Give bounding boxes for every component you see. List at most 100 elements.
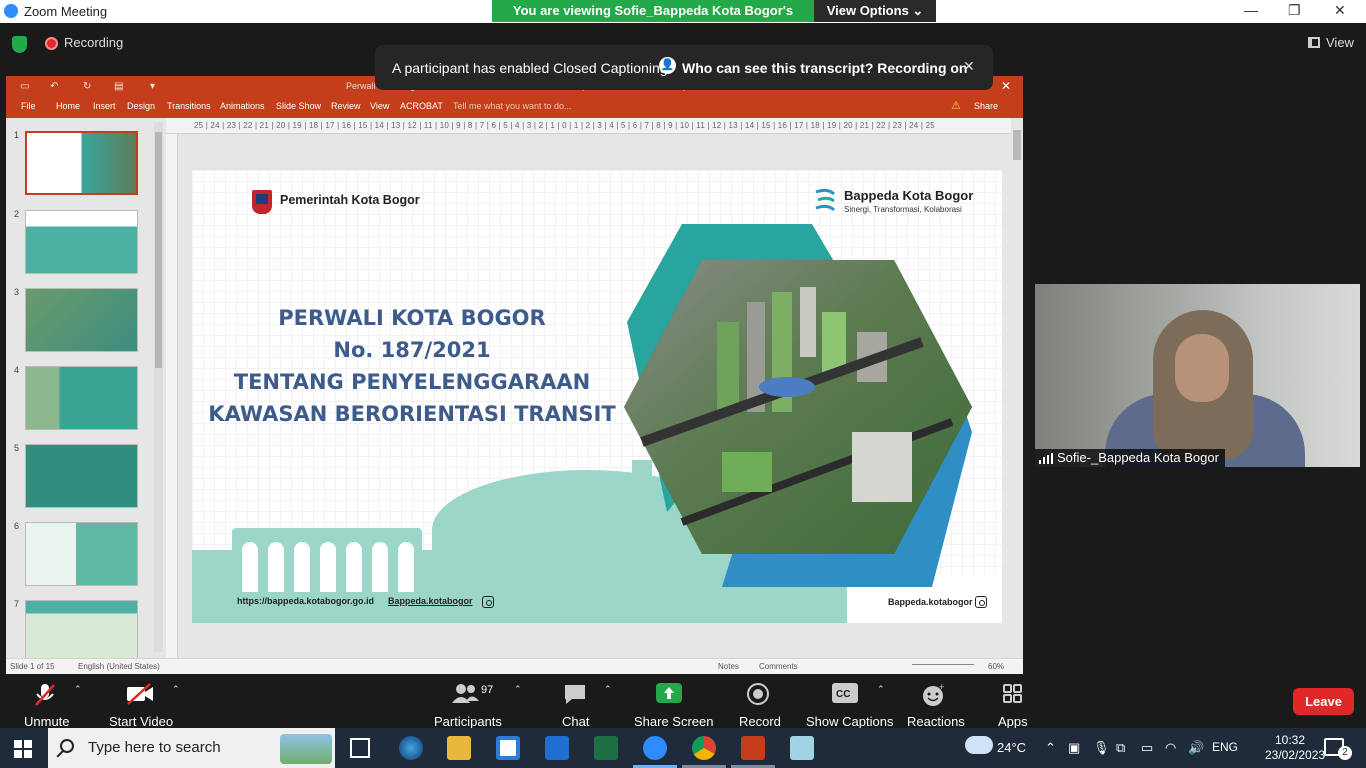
tab-slide-show[interactable]: Slide Show	[276, 101, 321, 111]
close-icon[interactable]: ✕	[1334, 2, 1346, 19]
windows-start-icon[interactable]	[14, 740, 32, 758]
participants-caret[interactable]: ⌃	[514, 684, 522, 695]
audio-options-caret[interactable]: ⌃	[74, 684, 82, 695]
transcript-link[interactable]: Who can see this transcript? Recording o…	[682, 60, 967, 76]
ppt-share-button[interactable]: Share	[974, 101, 998, 111]
tell-me-search[interactable]: Tell me what you want to do...	[453, 101, 572, 111]
notes-button[interactable]: Notes	[718, 662, 739, 671]
close-notice-icon[interactable]: ✕	[963, 58, 975, 75]
arch-silhouette	[232, 528, 422, 598]
slide-thumbnail-1[interactable]	[25, 131, 138, 195]
weather-cloud-icon[interactable]	[965, 736, 993, 754]
excel-icon[interactable]	[594, 736, 618, 760]
edge-icon[interactable]	[399, 736, 423, 760]
share-screen-button[interactable]: Share Screen	[634, 714, 714, 729]
zoom-slider[interactable]	[912, 664, 974, 665]
zoom-taskbar-icon[interactable]	[643, 736, 667, 760]
leave-button[interactable]: Leave	[1293, 688, 1354, 715]
customize-icon[interactable]: ▾	[150, 81, 155, 92]
present-icon[interactable]: ▤	[114, 81, 123, 92]
taskbar-search-box[interactable]: Type here to search	[48, 728, 335, 768]
volume-icon[interactable]: 🔊	[1188, 740, 1204, 756]
slide-canvas[interactable]: Pemerintah Kota Bogor Bappeda Kota Bogor…	[192, 170, 1002, 623]
slide-thumbnail-6[interactable]	[25, 522, 138, 586]
tab-home[interactable]: Home	[56, 101, 80, 111]
notes-app-icon[interactable]	[790, 736, 814, 760]
recording-label[interactable]: Recording	[64, 35, 123, 50]
participant-video[interactable]	[1035, 284, 1360, 467]
ppt-status-bar: Slide 1 of 15 English (United States) No…	[6, 658, 1023, 674]
slide-thumbnail-7[interactable]	[25, 600, 138, 664]
mic-tray-icon[interactable]: 🎙	[1093, 740, 1110, 756]
restore-icon[interactable]: ❐	[1288, 2, 1301, 19]
tab-design[interactable]: Design	[127, 101, 155, 111]
chrome-icon[interactable]	[692, 736, 716, 760]
warning-icon: ⚠	[951, 100, 961, 112]
mail-icon[interactable]	[545, 736, 569, 760]
slide-scrollbar[interactable]	[1011, 118, 1023, 658]
share-screen-icon[interactable]	[656, 683, 682, 703]
tab-file[interactable]: File	[21, 101, 36, 111]
slide-thumbnail-3[interactable]	[25, 288, 138, 352]
show-hidden-icons[interactable]: ⌃	[1045, 740, 1056, 756]
save-icon[interactable]: ▭	[20, 81, 29, 92]
unmute-button[interactable]: Unmute	[24, 714, 70, 729]
zoom-level[interactable]: 60%	[988, 662, 1004, 671]
camera-tray-icon[interactable]: ▣	[1068, 740, 1080, 756]
participants-icon[interactable]	[452, 683, 480, 705]
chat-caret[interactable]: ⌃	[604, 684, 612, 695]
view-layout-icon[interactable]	[1308, 37, 1320, 48]
taskbar-clock[interactable]: 10:32 23/02/2023	[1265, 733, 1325, 763]
tab-review[interactable]: Review	[331, 101, 361, 111]
mic-muted-icon[interactable]	[34, 683, 56, 707]
start-video-button[interactable]: Start Video	[109, 714, 173, 729]
closed-captions-icon[interactable]: CC	[832, 683, 858, 703]
record-button[interactable]: Record	[739, 714, 781, 729]
show-captions-button[interactable]: Show Captions	[806, 714, 893, 729]
captions-caret[interactable]: ⌃	[877, 684, 885, 695]
network-share-icon[interactable]: ⧉	[1116, 740, 1125, 756]
wifi-icon[interactable]: ◠	[1165, 740, 1176, 756]
slide-thumbnail-5[interactable]	[25, 444, 138, 508]
ppt-close-icon[interactable]: ✕	[1001, 79, 1011, 93]
video-options-caret[interactable]: ⌃	[172, 684, 180, 695]
chat-button[interactable]: Chat	[562, 714, 589, 729]
security-shield-icon[interactable]	[12, 36, 27, 53]
slide-thumbnail-2[interactable]	[25, 210, 138, 274]
language-status[interactable]: English (United States)	[78, 662, 160, 671]
video-off-icon[interactable]	[126, 683, 154, 705]
tab-view[interactable]: View	[370, 101, 389, 111]
participant-name-tag: Sofie-_Bappeda Kota Bogor	[1035, 449, 1225, 467]
weather-temp[interactable]: 24°C	[997, 740, 1026, 755]
record-icon[interactable]	[747, 683, 769, 705]
tab-insert[interactable]: Insert	[93, 101, 116, 111]
slide-thumbnail-4[interactable]	[25, 366, 138, 430]
reactions-button[interactable]: Reactions	[907, 714, 965, 729]
battery-icon[interactable]: ▭	[1141, 740, 1153, 756]
tab-acrobat[interactable]: ACROBAT	[400, 101, 443, 111]
apps-button[interactable]: Apps	[998, 714, 1028, 729]
store-icon[interactable]	[496, 736, 520, 760]
tab-transitions[interactable]: Transitions	[167, 101, 211, 111]
minimize-icon[interactable]: —	[1244, 2, 1258, 18]
thumbnail-scrollbar[interactable]	[154, 122, 163, 652]
language-indicator[interactable]: ENG	[1212, 740, 1238, 754]
redo-icon[interactable]: ↻	[83, 81, 91, 92]
view-button[interactable]: View	[1326, 35, 1354, 50]
undo-icon[interactable]: ↶	[50, 81, 58, 92]
vertical-ruler	[166, 134, 178, 658]
website-url: https://bappeda.kotabogor.go.id	[237, 596, 374, 606]
chat-icon[interactable]	[563, 683, 587, 705]
tab-animations[interactable]: Animations	[220, 101, 265, 111]
reactions-icon[interactable]: +	[922, 683, 946, 707]
city-hexagon-image	[624, 224, 972, 587]
thumb-number: 7	[14, 599, 20, 609]
participants-button[interactable]: Participants	[434, 714, 502, 729]
apps-icon[interactable]	[1002, 683, 1024, 705]
powerpoint-icon[interactable]	[741, 736, 765, 760]
task-view-icon[interactable]	[350, 738, 370, 758]
slide-title-line-2: No. 187/2021	[333, 338, 491, 362]
comments-button[interactable]: Comments	[759, 662, 798, 671]
file-explorer-icon[interactable]	[447, 736, 471, 760]
view-options-button[interactable]: View Options ⌄	[814, 0, 936, 22]
